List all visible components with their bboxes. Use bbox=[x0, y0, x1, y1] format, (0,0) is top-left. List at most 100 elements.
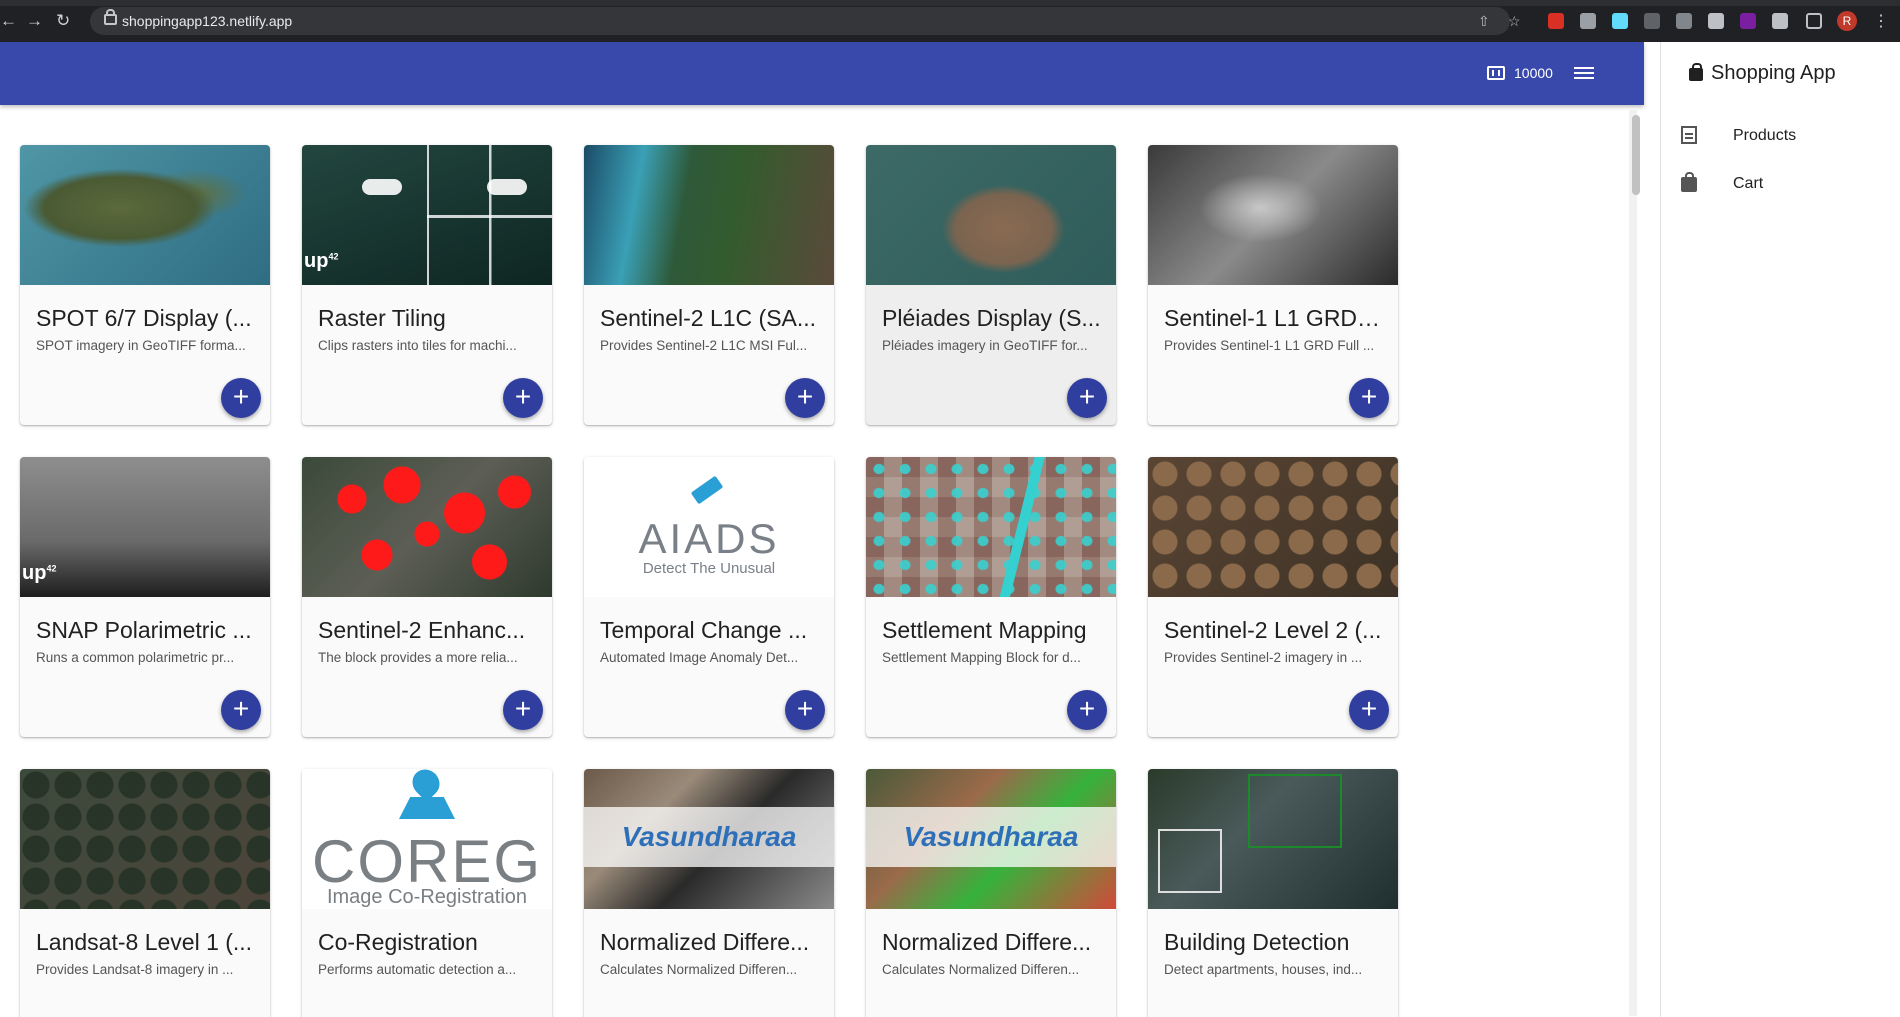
add-to-cart-button[interactable]: + bbox=[785, 378, 825, 418]
product-card[interactable]: Pléiades Display (S... Pléiades imagery … bbox=[866, 145, 1116, 425]
react-devtools-icon[interactable] bbox=[1612, 13, 1628, 29]
product-image: up42 bbox=[20, 457, 270, 597]
product-card[interactable]: Vasundharaa Normalized Differe... Calcul… bbox=[584, 769, 834, 1017]
product-title: Sentinel-1 L1 GRD (... bbox=[1164, 305, 1386, 331]
lock-icon bbox=[104, 9, 117, 25]
product-title: Landsat-8 Level 1 (... bbox=[36, 929, 253, 955]
add-to-cart-button[interactable]: + bbox=[1349, 690, 1389, 730]
reload-icon[interactable]: ↻ bbox=[56, 12, 70, 30]
product-grid: SPOT 6/7 Display (... SPOT imagery in Ge… bbox=[0, 105, 1644, 1017]
extension-icon[interactable] bbox=[1740, 13, 1756, 29]
product-card[interactable]: Building Detection Detect apartments, ho… bbox=[1148, 769, 1398, 1017]
product-title: Sentinel-2 Enhanc... bbox=[318, 617, 526, 643]
product-description: Calculates Normalized Differen... bbox=[600, 962, 798, 977]
extension-icon[interactable] bbox=[1580, 13, 1596, 29]
product-image: Vasundharaa bbox=[866, 769, 1116, 909]
product-title: Co-Registration bbox=[318, 929, 478, 955]
add-to-cart-button[interactable]: + bbox=[1067, 690, 1107, 730]
tile-grid bbox=[427, 145, 552, 285]
detection-box bbox=[1158, 829, 1222, 893]
scrollbar-track[interactable] bbox=[1629, 110, 1637, 1016]
product-title: Temporal Change ... bbox=[600, 617, 808, 643]
product-title: Settlement Mapping bbox=[882, 617, 1087, 643]
nav-item-cart[interactable]: Cart bbox=[1661, 161, 1900, 209]
nav-item-label: Products bbox=[1733, 127, 1797, 144]
app-title: Shopping App bbox=[1711, 62, 1836, 84]
product-image: COREG Image Co-Registration bbox=[302, 769, 552, 909]
product-description: Provides Sentinel-2 imagery in ... bbox=[1164, 650, 1363, 665]
add-to-cart-button[interactable]: + bbox=[785, 690, 825, 730]
nav-item-label: Cart bbox=[1733, 175, 1764, 192]
add-to-cart-button[interactable]: + bbox=[503, 690, 543, 730]
product-title: SPOT 6/7 Display (... bbox=[36, 305, 252, 331]
product-title: Sentinel-2 L1C (SA... bbox=[600, 305, 817, 331]
hamburger-menu-icon[interactable] bbox=[1574, 64, 1594, 82]
nav-item-products[interactable]: Products bbox=[1661, 113, 1900, 161]
extension-icon[interactable] bbox=[1548, 13, 1564, 29]
product-card[interactable]: Sentinel-2 Level 2 (... Provides Sentine… bbox=[1148, 457, 1398, 737]
product-description: Provides Sentinel-1 L1 GRD Full ... bbox=[1164, 338, 1375, 353]
product-description: Pléiades imagery in GeoTIFF for... bbox=[882, 338, 1088, 353]
add-to-cart-button[interactable]: + bbox=[221, 690, 261, 730]
product-image bbox=[20, 145, 270, 285]
product-card[interactable]: Landsat-8 Level 1 (... Provides Landsat-… bbox=[20, 769, 270, 1017]
product-image bbox=[302, 457, 552, 597]
bookmark-star-icon[interactable]: ☆ bbox=[1508, 13, 1521, 29]
back-icon[interactable]: ← bbox=[0, 12, 17, 30]
coreg-logo-base bbox=[399, 797, 455, 819]
list-icon bbox=[1681, 126, 1697, 144]
up42-logo: up42 bbox=[22, 562, 57, 584]
bag-icon bbox=[1681, 172, 1697, 192]
scrollbar-thumb[interactable] bbox=[1632, 115, 1640, 195]
product-title: Normalized Differe... bbox=[882, 929, 1092, 955]
product-description: The block provides a more relia... bbox=[318, 650, 518, 665]
detection-box bbox=[1248, 774, 1342, 848]
product-image bbox=[866, 145, 1116, 285]
product-title: Raster Tiling bbox=[318, 305, 446, 331]
settlement-overlay bbox=[866, 457, 1116, 597]
side-panel-icon[interactable] bbox=[1806, 13, 1822, 29]
product-card[interactable]: AIADS Detect The Unusual Temporal Change… bbox=[584, 457, 834, 737]
product-image bbox=[1148, 145, 1398, 285]
address-bar[interactable]: shoppingapp123.netlify.app bbox=[90, 7, 1510, 35]
product-description: Runs a common polarimetric pr... bbox=[36, 650, 235, 665]
product-card[interactable]: Sentinel-2 Enhanc... The block provides … bbox=[302, 457, 552, 737]
add-to-cart-button[interactable]: + bbox=[221, 378, 261, 418]
up42-logo: up42 bbox=[304, 250, 339, 272]
profile-avatar[interactable]: R bbox=[1837, 11, 1857, 31]
tab-strip bbox=[0, 0, 1900, 6]
product-title: Pléiades Display (S... bbox=[882, 305, 1101, 331]
product-image bbox=[866, 457, 1116, 597]
product-card[interactable]: SPOT 6/7 Display (... SPOT imagery in Ge… bbox=[20, 145, 270, 425]
add-to-cart-button[interactable]: + bbox=[1067, 378, 1107, 418]
extension-icon[interactable] bbox=[1644, 13, 1660, 29]
gear-icon[interactable] bbox=[1708, 13, 1724, 29]
shopping-bag-icon bbox=[1689, 63, 1703, 81]
cloud-shape bbox=[362, 179, 402, 195]
product-card[interactable]: Sentinel-1 L1 GRD (... Provides Sentinel… bbox=[1148, 145, 1398, 425]
product-image: AIADS Detect The Unusual bbox=[584, 457, 834, 597]
product-image bbox=[1148, 457, 1398, 597]
add-to-cart-button[interactable]: + bbox=[503, 378, 543, 418]
extension-icon[interactable] bbox=[1676, 13, 1692, 29]
url-text[interactable]: shoppingapp123.netlify.app bbox=[122, 13, 292, 29]
product-card[interactable]: Sentinel-2 L1C (SA... Provides Sentinel-… bbox=[584, 145, 834, 425]
product-card[interactable]: COREG Image Co-Registration Co-Registrat… bbox=[302, 769, 552, 1017]
satellite-icon bbox=[690, 475, 724, 505]
product-card[interactable]: up42 SNAP Polarimetric ... Runs a common… bbox=[20, 457, 270, 737]
product-card[interactable]: Vasundharaa Normalized Differe... Calcul… bbox=[866, 769, 1116, 1017]
forward-icon[interactable]: → bbox=[26, 12, 43, 30]
product-card[interactable]: up42 Raster Tiling Clips rasters into ti… bbox=[302, 145, 552, 425]
browser-toolbar: ← → ↻ shoppingapp123.netlify.app ⇧ ☆ R ⋮ bbox=[0, 0, 1900, 42]
product-card[interactable]: Settlement Mapping Settlement Mapping Bl… bbox=[866, 457, 1116, 737]
puzzle-icon[interactable] bbox=[1772, 13, 1788, 29]
add-to-cart-button[interactable]: + bbox=[1349, 378, 1389, 418]
counter-icon bbox=[1487, 66, 1505, 80]
product-image bbox=[20, 769, 270, 909]
coreg-tagline: Image Co-Registration bbox=[326, 886, 528, 908]
product-description: Detect apartments, houses, ind... bbox=[1164, 962, 1363, 977]
aiads-tagline: Detect The Unusual bbox=[642, 560, 776, 577]
browser-menu-icon[interactable]: ⋮ bbox=[1873, 11, 1889, 31]
vasundharaa-logo: Vasundharaa bbox=[621, 821, 797, 852]
share-icon[interactable]: ⇧ bbox=[1478, 13, 1490, 29]
